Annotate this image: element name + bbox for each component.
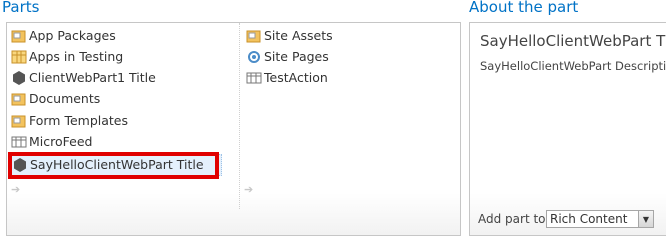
- app-part-icon: [13, 71, 25, 85]
- part-item-clientwebpart1[interactable]: ClientWebPart1 Title: [11, 68, 156, 88]
- scroll-left-arrow-icon[interactable]: ➔: [11, 183, 20, 196]
- parts-panel: App Packages Apps in Testing ClientWebPa…: [6, 22, 461, 236]
- part-item-label: SayHelloClientWebPart Title: [30, 157, 204, 172]
- part-item-label: Site Pages: [264, 49, 329, 64]
- add-part-select-value: Rich Content: [550, 212, 628, 226]
- part-item-site-pages[interactable]: Site Pages: [246, 47, 329, 67]
- part-item-label: MicroFeed: [29, 134, 93, 149]
- scroll-right-arrow-icon[interactable]: ➔: [244, 183, 253, 196]
- add-part-label: Add part to:: [478, 212, 550, 226]
- part-item-label: TestAction: [264, 70, 328, 85]
- list-icon: [246, 72, 262, 84]
- part-item-label: App Packages: [29, 28, 116, 43]
- part-item-apps-in-testing[interactable]: Apps in Testing: [11, 47, 123, 67]
- about-panel: SayHelloClientWebPart Title SayHelloClie…: [469, 22, 666, 236]
- part-item-testaction[interactable]: TestAction: [246, 68, 328, 88]
- pages-icon: [248, 51, 260, 63]
- part-item-label: Form Templates: [29, 113, 129, 128]
- part-item-label: Documents: [29, 91, 101, 106]
- part-item-label: Apps in Testing: [29, 49, 124, 64]
- parts-column-1: App Packages Apps in Testing ClientWebPa…: [7, 23, 237, 209]
- part-item-label: Site Assets: [264, 28, 333, 43]
- parts-column-2: Site Assets Site Pages TestAction ➔: [239, 23, 460, 209]
- part-item-site-assets[interactable]: Site Assets: [246, 26, 333, 46]
- folder-icon: [11, 30, 26, 43]
- part-item-form-templates[interactable]: Form Templates: [11, 111, 128, 131]
- part-description: SayHelloClientWebPart Description: [480, 59, 666, 73]
- folder-icon: [246, 30, 261, 43]
- folder-icon: [11, 93, 26, 106]
- part-item-microfeed[interactable]: MicroFeed: [11, 132, 92, 152]
- add-part-select[interactable]: Rich Content ▼: [546, 210, 654, 228]
- list-icon: [11, 136, 27, 148]
- part-item-sayhelloclientwebpart[interactable]: SayHelloClientWebPart Title: [11, 154, 222, 176]
- chevron-down-icon[interactable]: ▼: [638, 211, 653, 227]
- folder-icon: [11, 115, 26, 128]
- list-icon: [11, 50, 27, 64]
- about-part-title: About the part: [469, 0, 579, 16]
- app-part-icon: [14, 158, 26, 172]
- part-item-app-packages[interactable]: App Packages: [11, 26, 116, 46]
- part-item-label: ClientWebPart1 Title: [29, 70, 156, 85]
- part-name: SayHelloClientWebPart Title: [480, 32, 666, 50]
- part-item-documents[interactable]: Documents: [11, 89, 100, 109]
- parts-title: Parts: [2, 0, 40, 16]
